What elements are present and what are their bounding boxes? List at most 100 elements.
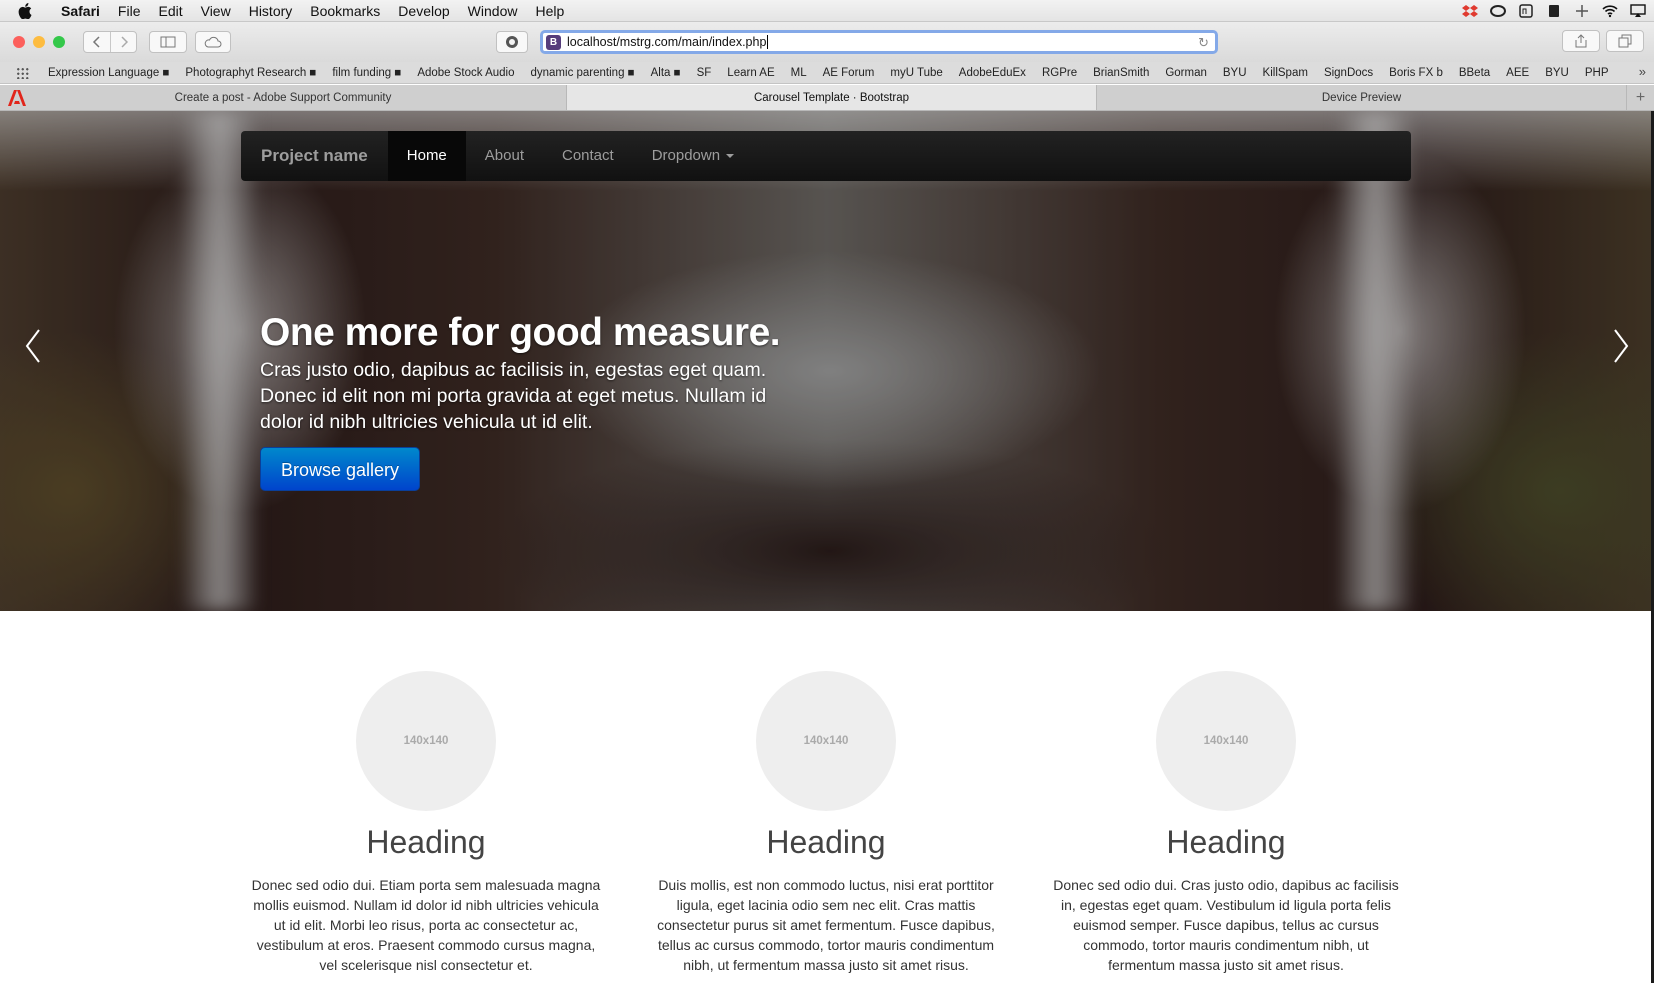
placeholder-image: 140x140 [756, 671, 896, 811]
bookmark-item[interactable]: dynamic parenting ■ [523, 67, 643, 79]
url-text[interactable]: localhost/mstrg.com/main/index.php [567, 35, 766, 49]
chevron-right-icon [120, 36, 128, 48]
tab-adobe-support[interactable]: Create a post - Adobe Support Community [0, 85, 567, 110]
web-page: Project name Home About Contact Dropdown… [0, 111, 1654, 983]
carousel-overlay [0, 111, 1654, 611]
minimize-window-button[interactable] [33, 36, 45, 48]
bookmark-item[interactable]: KillSpam [1255, 67, 1316, 79]
tab-device-preview[interactable]: Device Preview [1097, 85, 1627, 110]
column-heading: Heading [766, 824, 886, 860]
nav-about[interactable]: About [466, 131, 543, 181]
bookmark-item[interactable]: BYU [1215, 67, 1255, 79]
browser-toolbar: B localhost/mstrg.com/main/index.php ↻ [0, 22, 1654, 62]
chevron-right-icon [1614, 329, 1629, 363]
ghostery-extension-button[interactable] [496, 31, 528, 53]
address-bar[interactable]: B localhost/mstrg.com/main/index.php ↻ [540, 30, 1218, 54]
bookmark-item[interactable]: Alta ■ [643, 67, 689, 79]
bookmark-item[interactable]: BBeta [1451, 67, 1498, 79]
sidebar-icon [160, 36, 176, 48]
marketing-column: 140x140 Heading Donec sed odio dui. Cras… [1041, 671, 1411, 975]
site-navbar: Project name Home About Contact Dropdown [241, 131, 1411, 181]
bookmark-item[interactable]: SF [689, 67, 720, 79]
more-bookmarks-icon[interactable]: » [1639, 64, 1646, 79]
menu-help[interactable]: Help [526, 0, 573, 22]
carousel-next-button[interactable] [1606, 316, 1636, 376]
adobe-logo-icon [8, 90, 26, 106]
menu-safari[interactable]: Safari [52, 0, 109, 22]
menu-file[interactable]: File [109, 0, 150, 22]
menu-window[interactable]: Window [459, 0, 527, 22]
tab-bar: Create a post - Adobe Support Community … [0, 85, 1654, 111]
carousel-text: Cras justo odio, dapibus ac facilisis in… [260, 359, 767, 433]
new-tab-button[interactable]: + [1627, 85, 1654, 110]
forward-button[interactable] [110, 32, 136, 52]
close-window-button[interactable] [13, 36, 25, 48]
placeholder-image: 140x140 [356, 671, 496, 811]
reload-icon[interactable]: ↻ [1198, 35, 1209, 51]
bookmark-item[interactable]: Gorman [1157, 67, 1215, 79]
bookmark-item[interactable]: AEE [1498, 67, 1537, 79]
navbar-brand[interactable]: Project name [241, 131, 388, 181]
menu-history[interactable]: History [240, 0, 302, 22]
bookmark-item[interactable]: BYU [1537, 67, 1577, 79]
tab-label: Carousel Template · Bootstrap [753, 91, 910, 104]
menu-develop[interactable]: Develop [389, 0, 458, 22]
placeholder-image: 140x140 [1156, 671, 1296, 811]
adobe-app-icon[interactable] [1518, 4, 1534, 18]
bookmark-item[interactable]: AE Forum [815, 67, 883, 79]
tabs-overview-icon [1618, 34, 1632, 48]
sidebar-toggle-button[interactable] [149, 31, 187, 53]
chevron-left-icon [92, 36, 100, 48]
back-button[interactable] [84, 32, 110, 52]
wifi-icon[interactable] [1602, 4, 1618, 18]
marketing-column: 140x140 Heading Duis mollis, est non com… [641, 671, 1011, 975]
bookmark-item[interactable]: AdobeEduEx [951, 67, 1034, 79]
bookmark-item[interactable]: SignDocs [1316, 67, 1381, 79]
carousel-heading: One more for good measure. [260, 311, 781, 354]
bookmark-item[interactable]: myU Tube [882, 67, 950, 79]
nav-home[interactable]: Home [387, 131, 466, 181]
text-caret [767, 35, 769, 49]
history-buttons [83, 31, 137, 53]
creative-cloud-icon[interactable] [1490, 4, 1506, 18]
menu-view[interactable]: View [192, 0, 240, 22]
bookmark-item[interactable]: Boris FX b [1381, 67, 1451, 79]
move-icon[interactable] [1574, 4, 1590, 18]
bookmark-item[interactable]: PHP [1577, 67, 1617, 79]
nav-contact[interactable]: Contact [543, 131, 633, 181]
carousel-prev-button[interactable] [18, 316, 48, 376]
dropbox-icon[interactable] [1462, 4, 1478, 18]
airplay-icon[interactable] [1630, 4, 1646, 18]
bookmark-item[interactable]: Adobe Stock Audio [409, 67, 522, 79]
column-heading: Heading [366, 824, 486, 860]
bookmark-item[interactable]: Learn AE [719, 67, 782, 79]
menu-edit[interactable]: Edit [149, 0, 191, 22]
marketing-column: 140x140 Heading Donec sed odio dui. Etia… [241, 671, 611, 975]
apple-menu-icon[interactable] [18, 0, 38, 22]
tab-label: Device Preview [1321, 91, 1402, 104]
zoom-window-button[interactable] [53, 36, 65, 48]
bookmark-item[interactable]: Expression Language ■ [40, 67, 177, 79]
bookmarks-bar: Expression Language ■ Photographyt Resea… [0, 62, 1654, 84]
share-button[interactable] [1562, 30, 1600, 52]
nav-dropdown[interactable]: Dropdown [633, 131, 753, 181]
browse-gallery-button[interactable]: Browse gallery [260, 447, 421, 491]
bookmark-item[interactable]: Photographyt Research ■ [177, 67, 324, 79]
show-tabs-button[interactable] [1606, 30, 1644, 52]
battery-menu-icon[interactable] [1546, 4, 1562, 18]
bookmark-item[interactable]: ML [783, 67, 815, 79]
carousel-caption: One more for good measure. Cras justo od… [260, 311, 820, 491]
tab-label: Create a post - Adobe Support Community [174, 91, 392, 104]
tab-carousel-template[interactable]: Carousel Template · Bootstrap [567, 85, 1097, 110]
chevron-left-icon [25, 329, 40, 363]
macos-menubar: Safari File Edit View History Bookmarks … [0, 0, 1654, 22]
grid-icon[interactable] [16, 66, 30, 79]
icloud-tabs-button[interactable] [195, 31, 231, 53]
bookmark-item[interactable]: RGPre [1034, 67, 1085, 79]
bookmark-item[interactable]: film funding ■ [324, 67, 409, 79]
menu-bookmarks[interactable]: Bookmarks [301, 0, 389, 22]
bookmark-item[interactable]: BrianSmith [1085, 67, 1157, 79]
caret-down-icon [726, 154, 735, 159]
window-controls [13, 36, 65, 48]
bootstrap-favicon-icon: B [546, 34, 561, 50]
